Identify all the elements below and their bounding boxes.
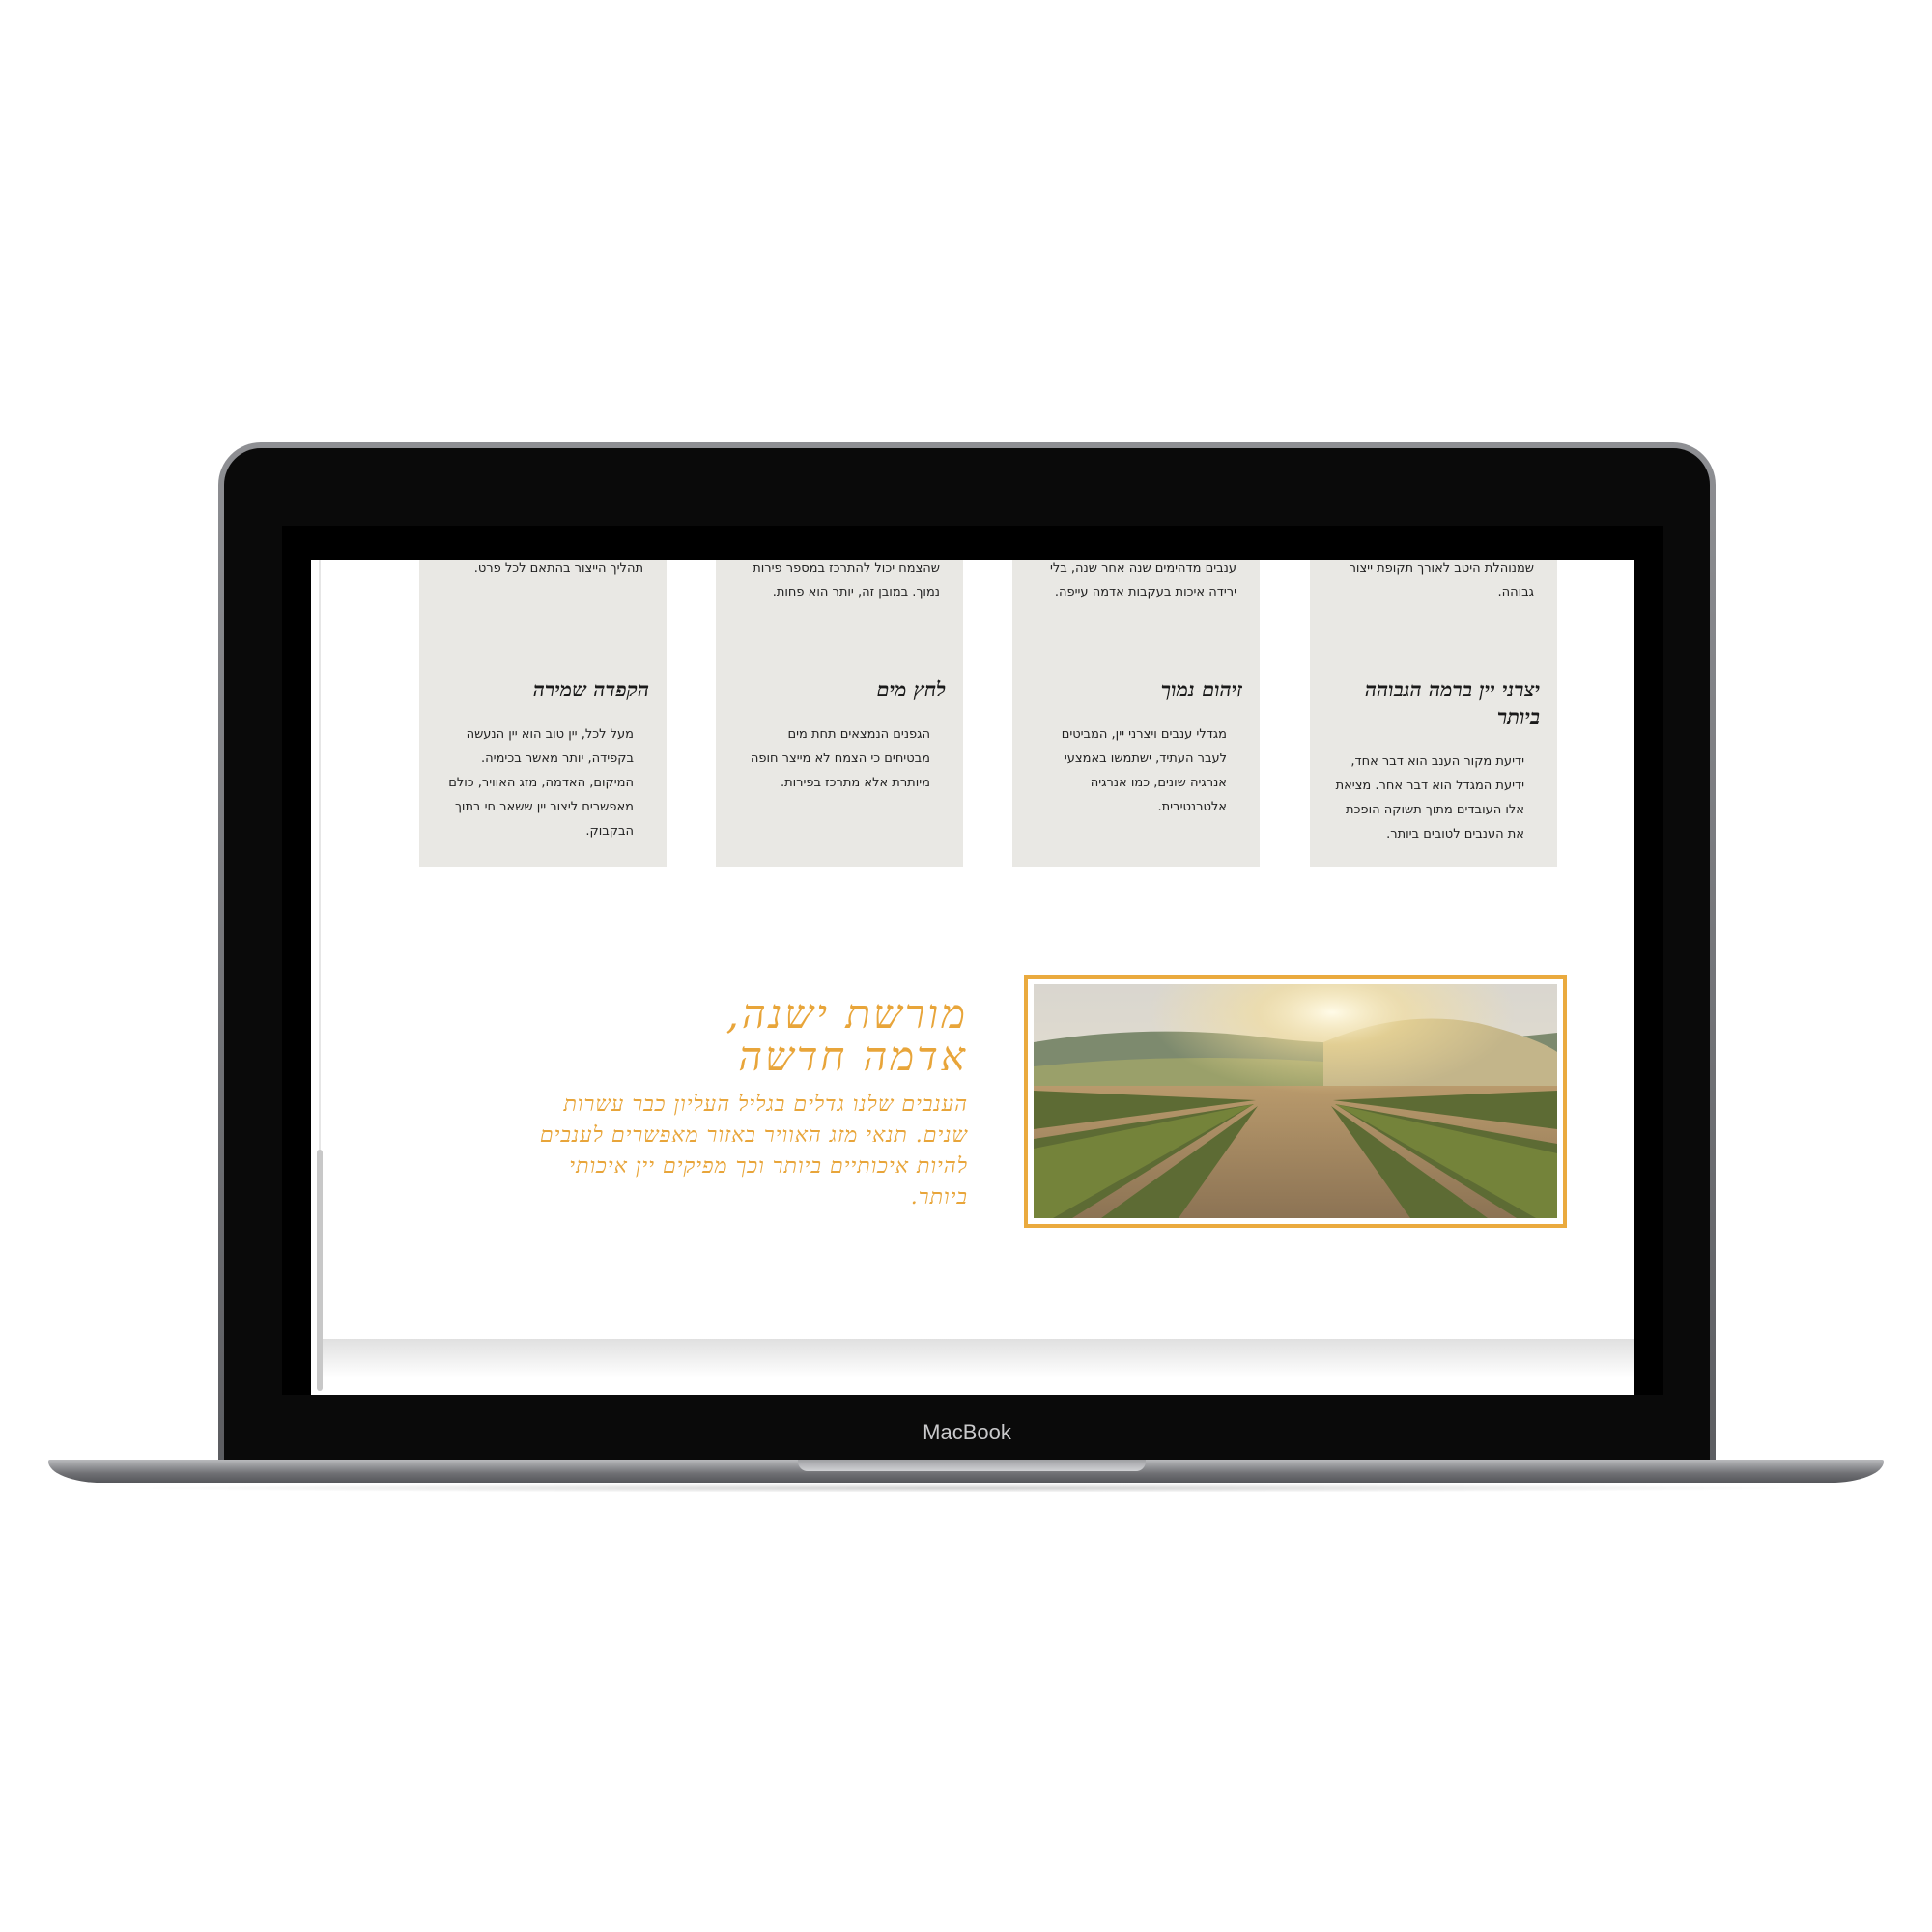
web-page: שמנוהלת היטב לאורך תקופת ייצור גבוהה. יצ… bbox=[311, 560, 1634, 1395]
laptop-bezel: שמנוהלת היטב לאורך תקופת ייצור גבוהה. יצ… bbox=[224, 448, 1710, 1466]
card-top-text: שהצמח יכול להתרכז במספר פירות נמוך. במוב… bbox=[753, 561, 940, 600]
heritage-heading-line1: מורשת ישנה, bbox=[725, 990, 968, 1037]
card-body: הגפנים הנמצאים תחת מים מבטיחים כי הצמח ל… bbox=[750, 727, 930, 790]
card-title: זיהום נמוך bbox=[1160, 677, 1242, 701]
card-body: ידיעת מקור הענב הוא דבר אחד, ידיעת המגדל… bbox=[1335, 754, 1524, 841]
feature-card: תהליך הייצור בהתאם לכל פרט. הקפדה שמירה … bbox=[419, 560, 667, 867]
card-title: הקפדה שמירה bbox=[532, 677, 649, 701]
laptop-brand-label: MacBook bbox=[923, 1420, 1011, 1444]
card-body: מעל לכל, יין טוב הוא יין הנעשה בקפידה, י… bbox=[448, 727, 634, 838]
card-top-text: ענבים מדהימים שנה אחר שנה, בלי ירידה איכ… bbox=[1049, 561, 1236, 600]
heritage-heading: מורשת ישנה, אדמה חדשה bbox=[678, 993, 968, 1078]
heritage-heading-line2: אדמה חדשה bbox=[738, 1033, 968, 1080]
card-body: מגדלי ענבים ויצרני יין, המביטים לעבר העת… bbox=[1061, 727, 1227, 814]
laptop-shadow bbox=[106, 1483, 1826, 1492]
vineyard-photo-frame bbox=[1024, 975, 1567, 1228]
card-title: לחץ מים bbox=[876, 677, 946, 701]
card-top-text: תהליך הייצור בהתאם לכל פרט. bbox=[473, 561, 643, 576]
laptop-lid: שמנוהלת היטב לאורך תקופת ייצור גבוהה. יצ… bbox=[218, 442, 1716, 1466]
feature-card: ענבים מדהימים שנה אחר שנה, בלי ירידה איכ… bbox=[1012, 560, 1260, 867]
laptop-hinge-notch bbox=[798, 1460, 1146, 1471]
heritage-description: הענבים שלנו גדלים בגליל העליון כבר עשרות… bbox=[539, 1093, 968, 1209]
card-title: יצרני יין ברמה הגבוהה ביותר bbox=[1364, 677, 1540, 728]
card-top-text: שמנוהלת היטב לאורך תקופת ייצור גבוהה. bbox=[1349, 561, 1534, 600]
feature-cards: שמנוהלת היטב לאורך תקופת ייצור גבוהה. יצ… bbox=[417, 560, 1557, 867]
feature-card: שמנוהלת היטב לאורך תקופת ייצור גבוהה. יצ… bbox=[1310, 560, 1557, 867]
laptop-screen: שמנוהלת היטב לאורך תקופת ייצור גבוהה. יצ… bbox=[282, 526, 1663, 1395]
feature-card: שהצמח יכול להתרכז במספר פירות נמוך. במוב… bbox=[716, 560, 963, 867]
page-bottom-shadow bbox=[323, 1339, 1634, 1378]
vineyard-photo bbox=[1034, 984, 1557, 1218]
